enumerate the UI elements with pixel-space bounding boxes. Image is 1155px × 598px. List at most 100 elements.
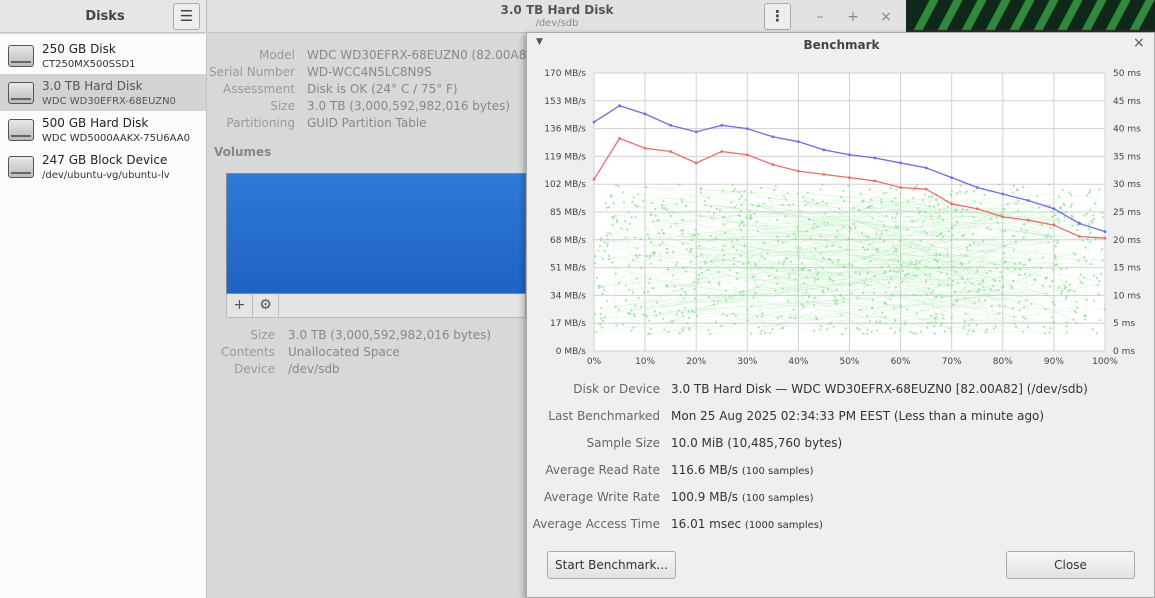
access-time-point	[826, 328, 829, 331]
access-time-point	[1043, 332, 1047, 335]
access-time-point	[964, 192, 967, 195]
access-time-point	[968, 329, 971, 332]
window-title: 3.0 TB Hard Disk	[500, 3, 614, 17]
access-time-point	[646, 332, 650, 336]
access-time-point	[1057, 286, 1061, 289]
access-time-point	[635, 256, 639, 259]
header-bar: 3.0 TB Hard Disk /dev/sdb ⋮ – + ×	[208, 0, 906, 33]
write-rate-point	[643, 146, 647, 150]
access-time-point	[855, 327, 858, 330]
size-value: 3.0 TB (3,000,592,982,016 bytes)	[307, 99, 511, 113]
access-time-point	[607, 254, 610, 257]
maximize-button[interactable]: +	[843, 7, 863, 27]
access-time-point	[884, 315, 887, 319]
disk-name: 500 GB Hard Disk	[42, 116, 149, 130]
write-rate-point	[950, 202, 954, 206]
access-time-point	[868, 320, 871, 323]
start-benchmark-button[interactable]: Start Benchmark...	[547, 551, 676, 579]
access-time-point	[784, 215, 787, 218]
sidebar-item-247gb-block-device[interactable]: 247 GB Block Device /dev/ubuntu-vg/ubunt…	[0, 148, 206, 185]
access-time-point	[948, 327, 951, 330]
access-time-point	[678, 332, 681, 335]
access-time-point	[1042, 256, 1045, 259]
write-rate-point	[1001, 215, 1005, 219]
y-left-tick-label: 136 MB/s	[544, 125, 586, 135]
access-time-point	[601, 257, 604, 260]
access-time-point	[1093, 202, 1097, 205]
read-rate-point	[873, 156, 877, 160]
y-right-tick-label: 10 ms	[1113, 291, 1141, 301]
access-time-point	[756, 315, 759, 318]
close-button[interactable]: Close	[1006, 551, 1135, 579]
access-time-point	[1081, 239, 1085, 242]
sidebar-item-3tb-hard-disk[interactable]: 3.0 TB Hard Disk WDC WD30EFRX-68EUZN0	[0, 74, 206, 111]
access-time-point	[867, 236, 871, 239]
access-time-point	[647, 281, 650, 285]
access-time-point	[941, 235, 944, 238]
read-rate-point	[899, 161, 902, 165]
access-time-point	[895, 270, 898, 274]
write-rate-point	[1103, 236, 1107, 240]
access-time-point	[929, 314, 933, 318]
access-time-point	[606, 299, 609, 302]
add-partition-button[interactable]: +	[227, 294, 253, 317]
access-time-point	[740, 195, 743, 198]
access-time-point	[839, 294, 842, 297]
access-time-point	[763, 257, 766, 260]
sidebar-item-250gb-disk[interactable]: 250 GB Disk CT250MX500SSD1	[0, 37, 206, 74]
read-rate-point	[669, 123, 673, 127]
access-time-point	[684, 270, 688, 273]
access-time-point	[819, 188, 822, 191]
access-time-point	[805, 230, 808, 233]
access-time-point	[1012, 279, 1015, 283]
access-time-point	[874, 248, 877, 251]
access-time-point	[878, 320, 882, 323]
access-time-point	[1101, 211, 1104, 214]
drive-options-button[interactable]: ⋮	[764, 3, 791, 30]
x-tick-label: 50%	[839, 357, 859, 367]
access-time-point	[781, 241, 784, 244]
access-time-point	[960, 276, 963, 279]
hamburger-menu-button[interactable]: ☰	[173, 3, 200, 30]
access-time-point	[1085, 212, 1088, 215]
y-left-tick-label: 170 MB/s	[544, 69, 586, 79]
access-time-point	[982, 285, 985, 288]
access-time-point	[675, 313, 678, 316]
access-time-point	[684, 293, 688, 296]
access-time-point	[728, 294, 731, 297]
access-time-point	[1051, 280, 1054, 283]
access-time-point	[763, 241, 766, 244]
access-time-point	[728, 268, 731, 272]
access-time-point	[693, 287, 696, 291]
write-rate-point	[618, 137, 621, 140]
access-time-point	[955, 192, 959, 195]
access-time-point	[757, 326, 761, 329]
minimize-button[interactable]: –	[810, 7, 830, 27]
access-time-point	[946, 253, 949, 256]
access-time-point	[924, 193, 927, 196]
access-time-point	[597, 286, 600, 290]
access-time-point	[821, 200, 824, 203]
sidebar-item-500gb-hard-disk[interactable]: 500 GB Hard Disk WDC WD5000AAKX-75U6AA0	[0, 111, 206, 148]
last-benchmarked-value: Mon 25 Aug 2025 02:34:33 PM EEST (Less t…	[671, 409, 1045, 423]
access-time-point	[938, 214, 941, 217]
access-time-point	[1065, 267, 1068, 270]
y-right-tick-label: 5 ms	[1113, 319, 1135, 329]
read-rate-point	[1103, 230, 1107, 234]
access-time-point	[986, 328, 989, 331]
sidebar-header: Disks ☰	[0, 0, 207, 33]
access-time-point	[639, 238, 642, 241]
access-time-point	[652, 253, 655, 256]
access-time-point	[828, 322, 831, 325]
close-window-button[interactable]: ×	[876, 7, 896, 27]
access-time-point	[624, 284, 628, 287]
partition-settings-button[interactable]: ⚙	[253, 294, 279, 317]
access-time-point	[742, 224, 746, 227]
dialog-close-icon[interactable]: ×	[1133, 35, 1145, 51]
access-time-point	[617, 185, 621, 188]
access-time-point	[734, 314, 737, 317]
volume-map-unallocated[interactable]	[226, 173, 526, 294]
access-time-point	[801, 195, 805, 199]
access-time-point	[916, 183, 919, 186]
access-time-point	[630, 309, 633, 312]
